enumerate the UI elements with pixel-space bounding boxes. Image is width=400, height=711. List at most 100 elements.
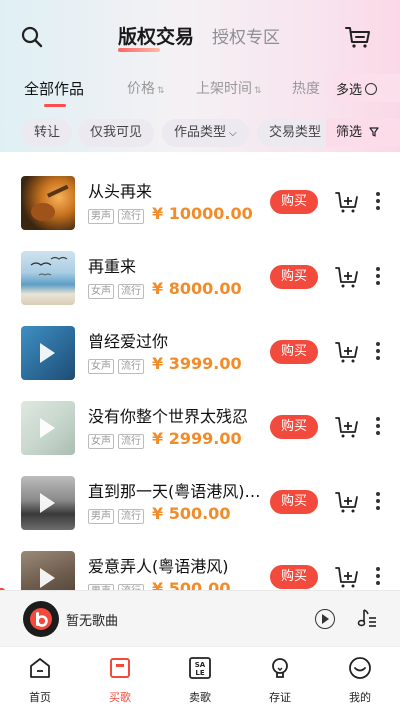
more-icon[interactable]: [376, 192, 380, 212]
title-tabs: 版权交易 授权专区: [118, 22, 280, 52]
sort-heat-label: 热度: [292, 81, 320, 97]
cover-image: [21, 401, 75, 455]
price: ¥ 500.00: [152, 504, 231, 523]
tab-sell-label: 卖歌: [189, 691, 211, 704]
seagull-graphic: [30, 256, 68, 276]
sort-arrows-icon: ⇅: [157, 86, 165, 96]
add-to-cart-icon[interactable]: [335, 265, 359, 289]
song-title: 从头再来: [88, 182, 153, 201]
play-overlay-icon: [40, 493, 55, 513]
sort-time[interactable]: 上架时间 ⇅: [196, 78, 262, 98]
buy-button[interactable]: 购买: [270, 415, 318, 439]
tab-copyright-trade[interactable]: 版权交易: [118, 22, 194, 52]
tab-sell[interactable]: SA LE 卖歌: [160, 647, 240, 711]
price: ¥ 10000.00: [152, 204, 253, 223]
playlist-icon[interactable]: [356, 607, 378, 629]
list-item[interactable]: 直到那一天(粤语港风)1... 男声 流行 ¥ 500.00 购买: [0, 452, 400, 530]
song-list: 从头再来 男声 流行 ¥ 10000.00 购买 再重来 女声 流行 ¥ 800…: [0, 152, 400, 590]
add-to-cart-icon[interactable]: [335, 340, 359, 364]
smile-icon: [349, 657, 371, 679]
tab-certify[interactable]: 存证: [240, 647, 320, 711]
tag-genre: 流行: [118, 434, 144, 449]
chip-transfer[interactable]: 转让: [22, 119, 73, 147]
chevron-down-icon: ⌵: [229, 128, 237, 139]
search-icon[interactable]: [20, 25, 44, 49]
multi-select-label: 多选: [336, 83, 363, 98]
add-to-cart-icon[interactable]: [335, 565, 359, 589]
svg-text:SA: SA: [195, 661, 206, 669]
tab-buy[interactable]: 买歌: [80, 647, 160, 711]
song-title: 再重来: [88, 257, 137, 276]
player-status: 暂无歌曲: [66, 614, 119, 629]
sale-icon: SA LE: [189, 657, 211, 679]
active-underline: [44, 104, 66, 107]
tab-buy-label: 买歌: [109, 691, 131, 704]
sort-arrows-icon: ⇅: [254, 86, 262, 96]
sort-price-label: 价格: [127, 81, 155, 97]
svg-text:LE: LE: [195, 669, 204, 677]
tab-mine-label: 我的: [349, 691, 371, 704]
buy-button[interactable]: 购买: [270, 190, 318, 214]
buy-button[interactable]: 购买: [270, 565, 318, 589]
filter-label: 筛选: [336, 125, 363, 140]
sort-price[interactable]: 价格 ⇅: [127, 78, 165, 98]
chip-work-type-label: 作品类型: [174, 125, 227, 140]
buy-button[interactable]: 购买: [270, 265, 318, 289]
tab-license-zone[interactable]: 授权专区: [212, 23, 280, 48]
song-title: 曾经爱过你: [88, 332, 169, 351]
tab-mine[interactable]: 我的: [320, 647, 400, 711]
tag-voice: 女声: [88, 359, 114, 374]
price: ¥ 8000.00: [152, 279, 242, 298]
sort-all-label: 全部作品: [24, 80, 85, 98]
cover-image: [21, 251, 75, 305]
tag-voice: 女声: [88, 284, 114, 299]
list-item[interactable]: 没有你整个世界太残忍 女声 流行 ¥ 2999.00 购买: [0, 377, 400, 455]
cover-image: [21, 551, 75, 590]
chip-private[interactable]: 仅我可见: [78, 119, 155, 147]
chip-work-type[interactable]: 作品类型 ⌵: [162, 119, 249, 147]
tab-home-label: 首页: [29, 691, 51, 704]
tag-genre: 流行: [118, 509, 144, 524]
play-overlay-icon: [40, 343, 55, 363]
cover-image: [21, 476, 75, 530]
list-item[interactable]: 爱意弄人(粤语港风) 男声 流行 ¥ 500.00 购买: [0, 527, 400, 590]
chip-trade-type[interactable]: 交易类型: [257, 119, 334, 147]
more-icon[interactable]: [376, 417, 380, 437]
tag-genre: 流行: [118, 209, 144, 224]
buy-button[interactable]: 购买: [270, 490, 318, 514]
mini-player[interactable]: 暂无歌曲: [0, 590, 400, 646]
buy-button[interactable]: 购买: [270, 340, 318, 364]
tag-voice: 男声: [88, 509, 114, 524]
more-icon[interactable]: [376, 342, 380, 362]
play-button-icon[interactable]: [315, 609, 335, 629]
tag-genre: 流行: [118, 284, 144, 299]
song-title: 直到那一天(粤语港风)1...: [88, 482, 268, 501]
sort-time-label: 上架时间: [196, 81, 252, 97]
tab-home[interactable]: 首页: [0, 647, 80, 711]
more-icon[interactable]: [376, 267, 380, 287]
more-icon[interactable]: [376, 567, 380, 587]
multi-select-button[interactable]: 多选: [326, 74, 400, 102]
filter-row: 转让 仅我可见 作品类型 ⌵ 交易类型 筛选: [0, 119, 400, 149]
add-to-cart-icon[interactable]: [335, 415, 359, 439]
sort-all-works[interactable]: 全部作品: [24, 78, 85, 107]
shop-icon: [110, 658, 130, 678]
tag-voice: 男声: [88, 209, 114, 224]
top-bar: 版权交易 授权专区: [0, 0, 400, 70]
list-item[interactable]: 从头再来 男声 流行 ¥ 10000.00 购买: [0, 152, 400, 230]
list-item[interactable]: 曾经爱过你 女声 流行 ¥ 3999.00 购买: [0, 302, 400, 380]
price: ¥ 2999.00: [152, 429, 242, 448]
guitar-graphic: [31, 184, 69, 221]
more-icon[interactable]: [376, 492, 380, 512]
filter-button[interactable]: 筛选: [326, 119, 400, 147]
cover-image: [21, 176, 75, 230]
add-to-cart-icon[interactable]: [335, 190, 359, 214]
cart-icon[interactable]: [344, 25, 372, 49]
check-circle-icon: [365, 83, 378, 95]
tag-genre: 流行: [118, 359, 144, 374]
list-item[interactable]: 再重来 女声 流行 ¥ 8000.00 购买: [0, 227, 400, 305]
add-to-cart-icon[interactable]: [335, 490, 359, 514]
tab-certify-label: 存证: [269, 691, 291, 704]
sort-heat[interactable]: 热度: [292, 78, 320, 98]
play-overlay-icon: [40, 418, 55, 438]
